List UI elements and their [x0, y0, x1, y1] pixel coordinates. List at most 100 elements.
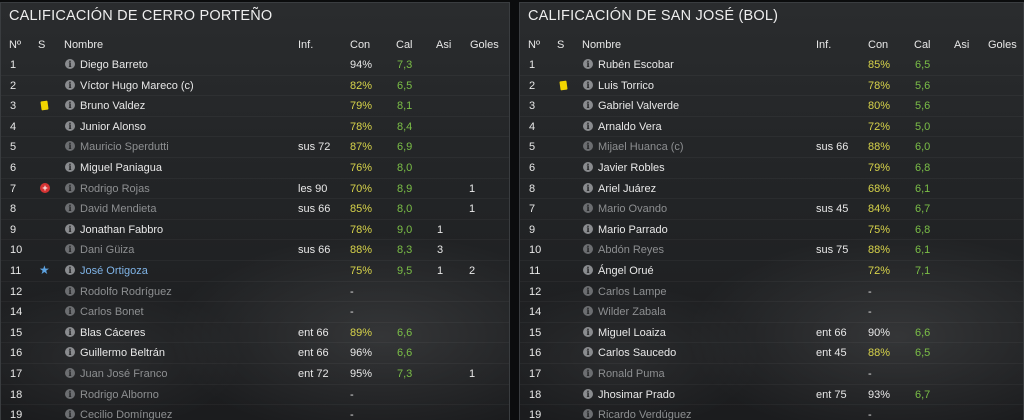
col-asi[interactable]: Asi: [436, 39, 451, 51]
player-row[interactable]: 1 i Diego Barreto 94% 7,3: [1, 55, 509, 76]
player-row[interactable]: 15 i Miguel Loaiza ent 66 90% 6,6: [520, 323, 1023, 344]
info-icon[interactable]: i: [65, 59, 75, 69]
player-row[interactable]: 14 i Carlos Bonet -: [1, 302, 509, 323]
info-icon[interactable]: i: [65, 203, 75, 214]
player-row[interactable]: 5 i Mauricio Sperdutti sus 72 87% 6,9: [1, 137, 509, 158]
col-asi[interactable]: Asi: [954, 39, 969, 51]
col-goles[interactable]: Goles: [470, 39, 499, 51]
info-icon[interactable]: i: [583, 306, 593, 317]
player-row[interactable]: 2 i Luis Torrico 78% 5,6: [520, 76, 1023, 97]
info-icon[interactable]: i: [583, 203, 593, 214]
info-icon[interactable]: i: [583, 141, 593, 152]
info-icon[interactable]: i: [583, 368, 593, 378]
player-row[interactable]: 7 + i Rodrigo Rojas les 90 70% 8,9 1: [1, 179, 509, 200]
player-row[interactable]: 8 i David Mendieta sus 66 85% 8,0 1: [1, 199, 509, 220]
player-row[interactable]: 3 i Bruno Valdez 79% 8,1: [1, 96, 509, 117]
player-row[interactable]: 2 i Víctor Hugo Mareco (c) 82% 6,5: [1, 76, 509, 97]
info-icon[interactable]: i: [65, 285, 75, 296]
player-name[interactable]: Mauricio Sperdutti: [80, 141, 169, 153]
info-icon[interactable]: i: [583, 223, 593, 234]
player-name[interactable]: Rodrigo Alborno: [80, 389, 159, 401]
player-name[interactable]: Mijael Huanca (c): [598, 141, 684, 153]
info-icon[interactable]: i: [65, 120, 75, 131]
player-row[interactable]: 8 i Ariel Juárez 68% 6,1: [520, 179, 1023, 200]
player-row[interactable]: 9 i Jonathan Fabbro 78% 9,0 1: [1, 220, 509, 241]
player-name[interactable]: Arnaldo Vera: [598, 121, 662, 133]
player-name[interactable]: Jhosimar Prado: [598, 389, 675, 401]
col-con[interactable]: Con: [868, 39, 888, 51]
player-name[interactable]: Rodrigo Rojas: [80, 183, 150, 195]
col-num[interactable]: Nº: [9, 39, 21, 51]
player-name[interactable]: Luis Torrico: [598, 80, 654, 92]
player-name[interactable]: Guillermo Beltrán: [80, 347, 165, 359]
col-con[interactable]: Con: [350, 39, 370, 51]
info-icon[interactable]: i: [65, 306, 75, 317]
info-icon[interactable]: i: [583, 244, 593, 255]
player-row[interactable]: 14 i Wilder Zabala -: [520, 302, 1023, 323]
player-name[interactable]: David Mendieta: [80, 203, 156, 215]
info-icon[interactable]: i: [583, 120, 593, 131]
player-name[interactable]: Ariel Juárez: [598, 183, 656, 195]
col-inf[interactable]: Inf.: [298, 39, 313, 51]
player-name[interactable]: Rubén Escobar: [598, 59, 674, 71]
player-row[interactable]: 10 i Abdón Reyes sus 75 88% 6,1: [520, 240, 1023, 261]
info-icon[interactable]: i: [583, 347, 593, 358]
info-icon[interactable]: i: [65, 388, 75, 399]
player-name[interactable]: Ángel Orué: [598, 265, 654, 277]
col-status[interactable]: S: [38, 39, 45, 51]
info-icon[interactable]: i: [583, 326, 593, 337]
player-name[interactable]: Blas Cáceres: [80, 327, 145, 339]
player-name[interactable]: Miguel Loaiza: [598, 327, 666, 339]
col-name[interactable]: Nombre: [64, 39, 103, 51]
player-name[interactable]: Rodolfo Rodríguez: [80, 286, 172, 298]
info-icon[interactable]: i: [65, 79, 75, 90]
player-name[interactable]: Ronald Puma: [598, 368, 665, 380]
player-row[interactable]: 12 i Carlos Lampe -: [520, 282, 1023, 303]
player-name[interactable]: Gabriel Valverde: [598, 100, 679, 112]
player-name[interactable]: Mario Ovando: [598, 203, 667, 215]
player-row[interactable]: 18 i Rodrigo Alborno -: [1, 385, 509, 406]
player-row[interactable]: 19 i Cecilio Domínguez -: [1, 405, 509, 420]
col-goles[interactable]: Goles: [988, 39, 1017, 51]
player-row[interactable]: 7 i Mario Ovando sus 45 84% 6,7: [520, 199, 1023, 220]
col-name[interactable]: Nombre: [582, 39, 621, 51]
player-row[interactable]: 16 i Guillermo Beltrán ent 66 96% 6,6: [1, 343, 509, 364]
info-icon[interactable]: i: [65, 141, 75, 152]
player-row[interactable]: 18 i Jhosimar Prado ent 75 93% 6,7: [520, 385, 1023, 406]
info-icon[interactable]: i: [583, 79, 593, 90]
player-name[interactable]: Miguel Paniagua: [80, 162, 162, 174]
info-icon[interactable]: i: [65, 223, 75, 234]
col-cal[interactable]: Cal: [914, 39, 931, 51]
info-icon[interactable]: i: [583, 182, 593, 193]
info-icon[interactable]: i: [65, 409, 75, 420]
info-icon[interactable]: i: [65, 326, 75, 337]
player-row[interactable]: 3 i Gabriel Valverde 80% 5,6: [520, 96, 1023, 117]
player-name[interactable]: Víctor Hugo Mareco (c): [80, 80, 194, 92]
info-icon[interactable]: i: [65, 100, 75, 111]
player-row[interactable]: 6 i Miguel Paniagua 76% 8,0: [1, 158, 509, 179]
col-inf[interactable]: Inf.: [816, 39, 831, 51]
player-row[interactable]: 6 i Javier Robles 79% 6,8: [520, 158, 1023, 179]
info-icon[interactable]: i: [583, 265, 593, 275]
info-icon[interactable]: i: [65, 265, 75, 275]
player-row[interactable]: 19 i Ricardo Verdúguez -: [520, 405, 1023, 420]
player-row[interactable]: 9 i Mario Parrado 75% 6,8: [520, 220, 1023, 241]
player-name[interactable]: Dani Güiza: [80, 244, 134, 256]
player-name[interactable]: Juan José Franco: [80, 368, 167, 380]
info-icon[interactable]: i: [65, 347, 75, 358]
player-row[interactable]: 11 ★ i José Ortigoza 75% 9,5 1 2: [1, 261, 509, 282]
player-name[interactable]: Javier Robles: [598, 162, 665, 174]
info-icon[interactable]: i: [583, 162, 593, 172]
player-name[interactable]: Wilder Zabala: [598, 306, 666, 318]
player-name[interactable]: Junior Alonso: [80, 121, 146, 133]
player-name[interactable]: Jonathan Fabbro: [80, 224, 163, 236]
player-row[interactable]: 16 i Carlos Saucedo ent 45 88% 6,5: [520, 343, 1023, 364]
info-icon[interactable]: i: [65, 244, 75, 255]
col-status[interactable]: S: [557, 39, 564, 51]
col-num[interactable]: Nº: [528, 39, 540, 51]
player-name[interactable]: Carlos Lampe: [598, 286, 666, 298]
info-icon[interactable]: i: [65, 182, 75, 193]
info-icon[interactable]: i: [65, 368, 75, 378]
player-row[interactable]: 4 i Arnaldo Vera 72% 5,0: [520, 117, 1023, 138]
player-row[interactable]: 4 i Junior Alonso 78% 8,4: [1, 117, 509, 138]
